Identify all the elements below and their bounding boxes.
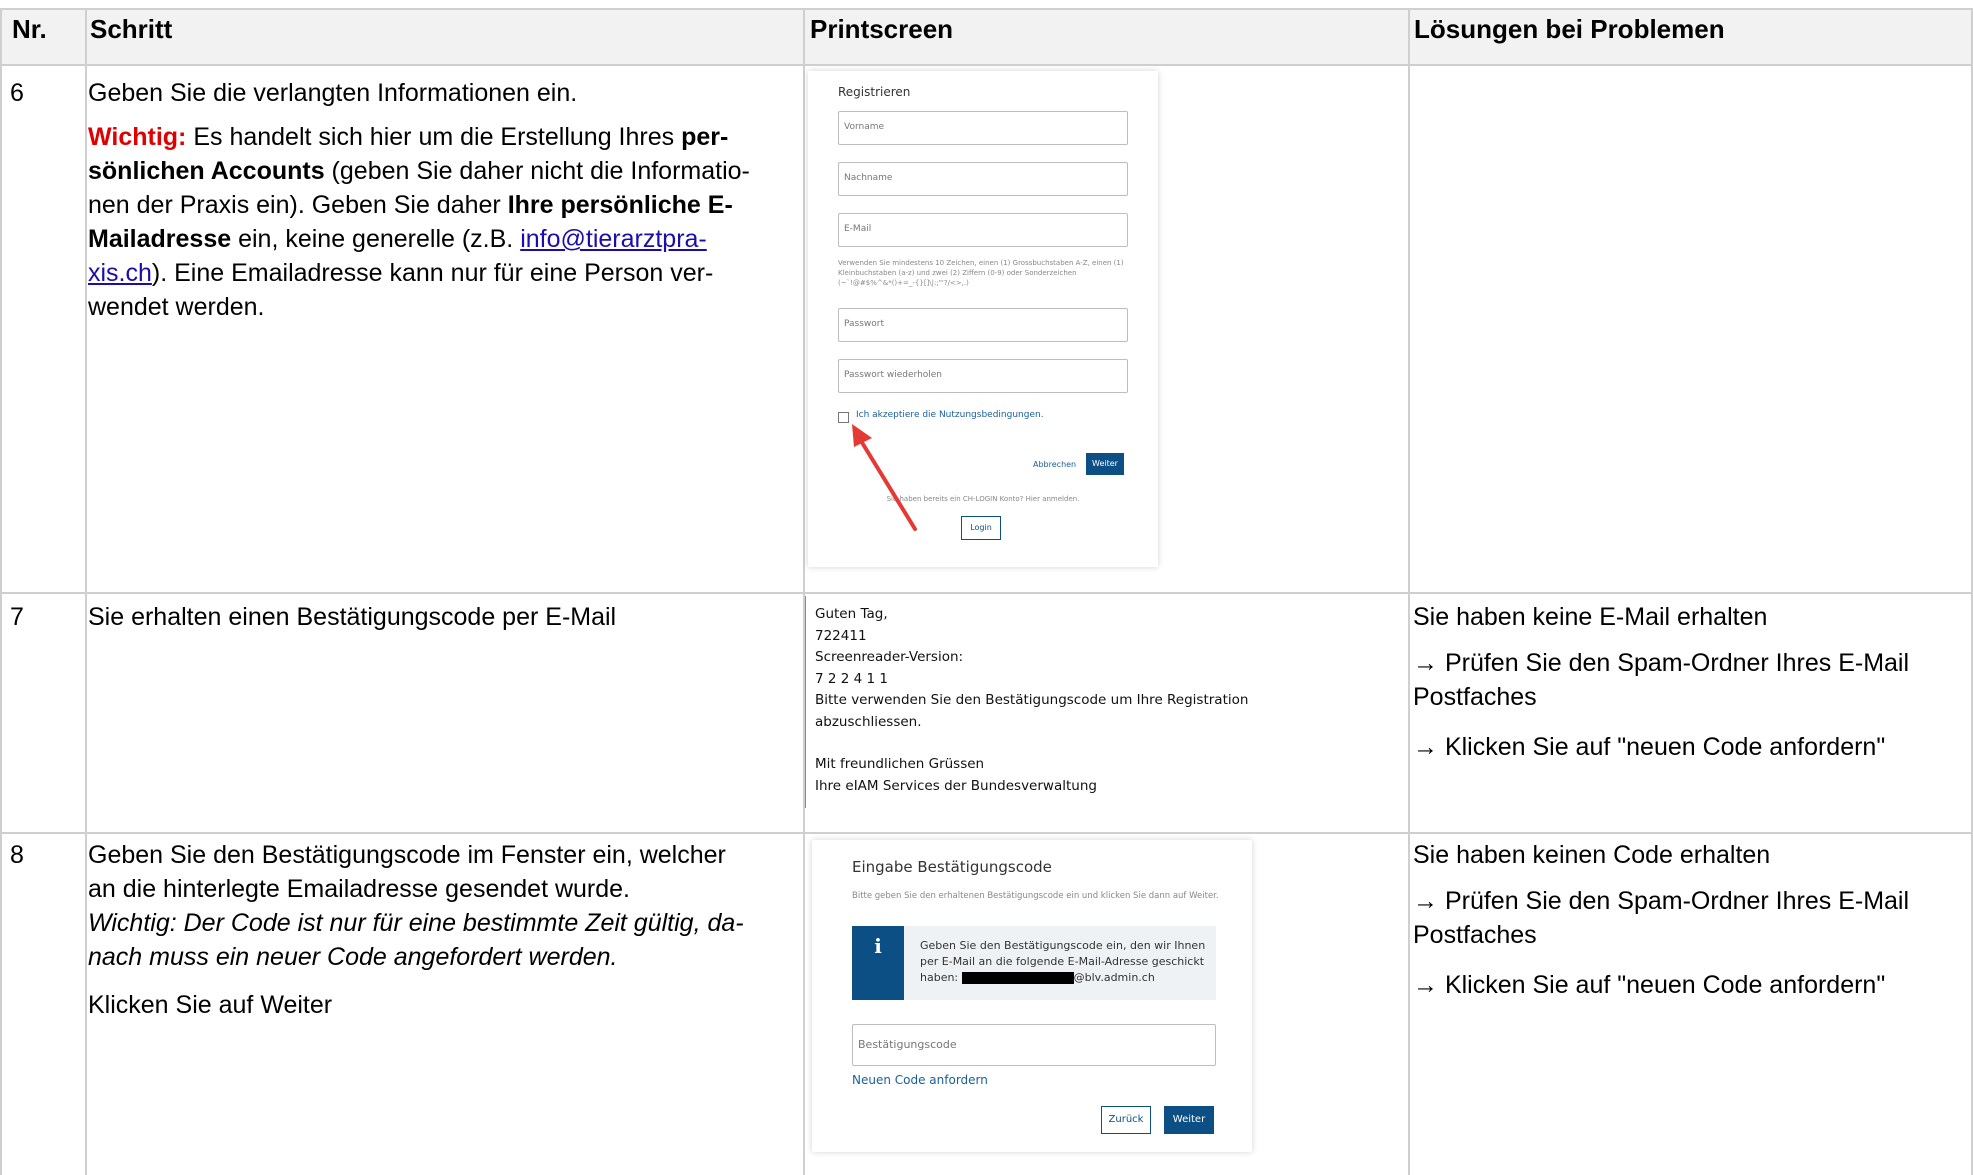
login-button[interactable]: Login <box>961 516 1001 540</box>
info-line: Geben Sie den Bestätigungscode ein, den … <box>920 939 1206 952</box>
step-text: Sie erhalten einen Bestätigungscode per … <box>88 603 617 631</box>
info-box: i Geben Sie den Bestätigungscode ein, de… <box>852 926 1216 1000</box>
email-line: Bitte verwenden Sie den Bestätigungscode… <box>815 692 1249 708</box>
email-line: Mit freundlichen Grüssen <box>815 756 985 772</box>
nachname-field[interactable]: Nachname <box>838 162 1128 196</box>
placeholder: Vorname <box>844 122 885 132</box>
code-screenshot: Eingabe Bestätigungscode Bitte geben Sie… <box>812 840 1252 1152</box>
wichtig-label: Wichtig: <box>88 123 187 151</box>
divider <box>805 596 806 808</box>
solution-text: → Prüfen Sie den Spam-Ordner Ihres E-Mai… <box>1413 887 1910 915</box>
solution-text: Postfaches <box>1413 683 1537 711</box>
placeholder: E-Mail <box>844 224 872 234</box>
divider <box>0 592 1973 594</box>
password-hint: Verwenden Sie mindestens 10 Zeichen, ein… <box>838 259 1124 287</box>
text: Mailadresse <box>88 225 232 253</box>
divider <box>803 8 805 1175</box>
text: sönlichen Accounts <box>88 157 325 185</box>
step-text: Klicken Sie auf Weiter <box>88 991 333 1019</box>
email-line: Screenreader-Version: <box>815 649 964 665</box>
text: (geben Sie daher nicht die Informatio- <box>324 157 750 185</box>
text: wendet werden. <box>88 293 265 321</box>
step-paragraph: Wichtig: Es handelt sich hier um die Ers… <box>88 120 800 324</box>
email-domain: @blv.admin.ch <box>1073 971 1155 984</box>
solution-title: Sie haben keinen Code erhalten <box>1413 841 1771 869</box>
solution-title: Sie haben keine E-Mail erhalten <box>1413 603 1768 631</box>
password-field[interactable]: Passwort <box>838 308 1128 342</box>
email-line: 7 2 2 4 1 1 <box>815 670 888 687</box>
step-text: Geben Sie den Bestätigungscode im Fenste… <box>88 841 726 869</box>
row-number: 6 <box>10 79 24 107</box>
email-line: Guten Tag, <box>815 606 888 622</box>
header-schritt: Schritt <box>90 14 173 44</box>
email-link[interactable]: xis.ch <box>88 259 152 287</box>
divider <box>85 8 87 1175</box>
text: per- <box>681 123 729 151</box>
placeholder: Nachname <box>844 173 893 183</box>
divider <box>0 8 1973 10</box>
step-text: Geben Sie die verlangten Informationen e… <box>88 79 578 107</box>
step-note: nach muss ein neuer Code angefordert wer… <box>88 943 618 971</box>
header-loesungen: Lösungen bei Problemen <box>1414 14 1725 44</box>
solution-text: → Prüfen Sie den Spam-Ordner Ihres E-Mai… <box>1413 649 1910 677</box>
instruction-table: Nr. Schritt Printscreen Lösungen bei Pro… <box>0 0 1973 1175</box>
code-subtitle: Bitte geben Sie den erhaltenen Bestätigu… <box>852 891 1219 901</box>
step-text: an die hinterlegte Emailadresse gesendet… <box>88 875 631 903</box>
email-content: Guten Tag, 722411 Screenreader-Version: … <box>815 604 1248 797</box>
header-printscreen: Printscreen <box>810 14 954 44</box>
text: Ihre persönliche E- <box>507 191 733 219</box>
solution-text: → Klicken Sie auf "neuen Code anfordern" <box>1413 733 1886 761</box>
next-button[interactable]: Weiter <box>1164 1106 1214 1134</box>
next-button[interactable]: Weiter <box>1086 453 1124 475</box>
text: nen der Praxis ein). Geben Sie daher <box>88 191 508 219</box>
email-line: abzuschliessen. <box>815 713 922 730</box>
step-note: Wichtig: Der Code ist nur für eine besti… <box>88 909 744 937</box>
info-line: per E-Mail an die folgende E-Mail-Adress… <box>920 955 1205 968</box>
register-title: Registrieren <box>838 85 911 99</box>
new-code-link[interactable]: Neuen Code anfordern <box>852 1073 988 1087</box>
redacted-block <box>961 972 1074 984</box>
row-number: 8 <box>10 841 24 869</box>
info-line: haben: <box>920 971 959 984</box>
text: ein, keine generelle (z.B. <box>231 225 521 253</box>
back-button[interactable]: Zurück <box>1101 1106 1151 1134</box>
divider <box>1408 8 1410 1175</box>
email-link[interactable]: info@tierarztpra- <box>520 225 707 253</box>
row-number: 7 <box>10 603 24 631</box>
email-field[interactable]: E-Mail <box>838 213 1128 247</box>
text: ). Eine Emailadresse kann nur für eine P… <box>151 259 714 287</box>
email-line: 722411 <box>815 627 867 644</box>
solution-text: → Klicken Sie auf "neuen Code anfordern" <box>1413 971 1886 999</box>
password-repeat-field[interactable]: Passwort wiederholen <box>838 359 1128 393</box>
vorname-field[interactable]: Vorname <box>838 111 1128 145</box>
cancel-link[interactable]: Abbrechen <box>1033 460 1076 469</box>
info-icon: i <box>852 926 904 1000</box>
header-nr: Nr. <box>12 14 47 44</box>
placeholder: Bestätigungscode <box>858 1038 957 1051</box>
email-line: Ihre eIAM Services der Bundesverwaltung <box>815 777 1097 794</box>
red-arrow-icon <box>852 424 917 531</box>
placeholder: Passwort <box>844 319 885 329</box>
placeholder: Passwort wiederholen <box>844 370 943 380</box>
solution-text: Postfaches <box>1413 921 1537 949</box>
text: Es handelt sich hier um die Erstellung I… <box>186 123 682 151</box>
divider <box>0 832 1973 834</box>
divider <box>0 64 1973 66</box>
code-input[interactable]: Bestätigungscode <box>852 1024 1216 1066</box>
divider <box>0 8 2 1175</box>
info-text: Geben Sie den Bestätigungscode ein, den … <box>920 938 1220 986</box>
code-title: Eingabe Bestätigungscode <box>852 858 1052 876</box>
